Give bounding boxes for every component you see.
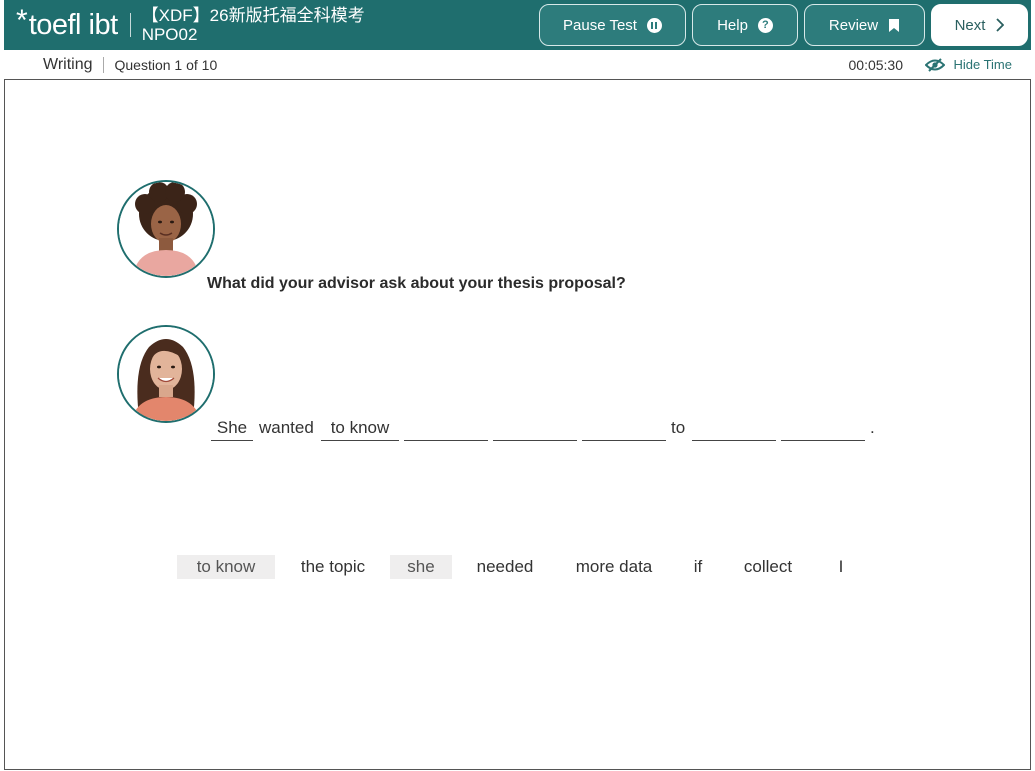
section-name: Writing: [43, 55, 93, 73]
logo-asterisk: *: [16, 4, 28, 37]
next-label: Next: [954, 16, 986, 34]
chevron-right-icon: [996, 18, 1005, 32]
eye-slash-icon: [925, 57, 946, 72]
blank-slot[interactable]: [404, 417, 488, 441]
speaker-avatar-1: [117, 180, 215, 278]
word-chip[interactable]: needed: [465, 555, 545, 579]
person-portrait-icon: [119, 327, 213, 421]
review-label: Review: [828, 16, 879, 34]
sentence-period: .: [870, 418, 875, 437]
header-divider: [129, 13, 131, 37]
word-chip[interactable]: more data: [565, 555, 663, 579]
word-chip[interactable]: to know: [177, 555, 275, 579]
word-chip[interactable]: collect: [733, 555, 803, 579]
bookmark-icon: [889, 18, 900, 32]
next-button[interactable]: Next: [931, 4, 1028, 46]
top-header: * toefl ibt 【XDF】26新版托福全科模考 NPO02 Pause …: [4, 0, 1031, 50]
pause-icon: [646, 17, 662, 33]
header-buttons: Pause Test Help ? Review Next: [539, 4, 1028, 46]
test-title-line1: 【XDF】26新版托福全科模考: [141, 6, 365, 25]
blank-slot[interactable]: [781, 417, 865, 441]
help-button[interactable]: Help ?: [692, 4, 798, 46]
word-chip[interactable]: if: [685, 555, 711, 579]
test-title-line2: NPO02: [141, 25, 198, 44]
word-chip[interactable]: she: [390, 555, 452, 579]
word-chip[interactable]: the topic: [290, 555, 376, 579]
hide-time-label: Hide Time: [953, 57, 1012, 72]
review-button[interactable]: Review: [804, 4, 925, 46]
blank-slot[interactable]: [692, 417, 776, 441]
pause-test-button[interactable]: Pause Test: [539, 4, 686, 46]
person-portrait-icon: [119, 182, 213, 276]
hide-time-toggle[interactable]: Hide Time: [925, 57, 1012, 72]
question-area: What did your advisor ask about your the…: [4, 80, 1031, 770]
logo-text: toefl ibt: [28, 8, 119, 41]
status-bar: Writing Question 1 of 10 00:05:30 Hide T…: [4, 50, 1031, 80]
filled-slot-2[interactable]: to know: [321, 417, 399, 441]
countdown-timer: 00:05:30: [848, 56, 904, 73]
filled-slot-1[interactable]: She: [211, 417, 253, 441]
speaker-avatar-2: [117, 325, 215, 423]
pause-test-label: Pause Test: [563, 16, 637, 34]
toefl-logo: * toefl ibt: [4, 0, 118, 50]
blank-slot[interactable]: [493, 417, 577, 441]
status-divider: [102, 56, 104, 73]
fixed-word: to: [671, 418, 686, 437]
help-icon: ?: [757, 17, 773, 33]
blank-slot[interactable]: [582, 417, 666, 441]
word-chip[interactable]: I: [827, 555, 855, 579]
help-label: Help: [717, 16, 748, 34]
question-prompt: What did your advisor ask about your the…: [207, 275, 626, 292]
fixed-word: wanted: [259, 418, 314, 437]
test-title: 【XDF】26新版托福全科模考 NPO02: [142, 6, 365, 44]
question-counter: Question 1 of 10: [114, 56, 218, 73]
